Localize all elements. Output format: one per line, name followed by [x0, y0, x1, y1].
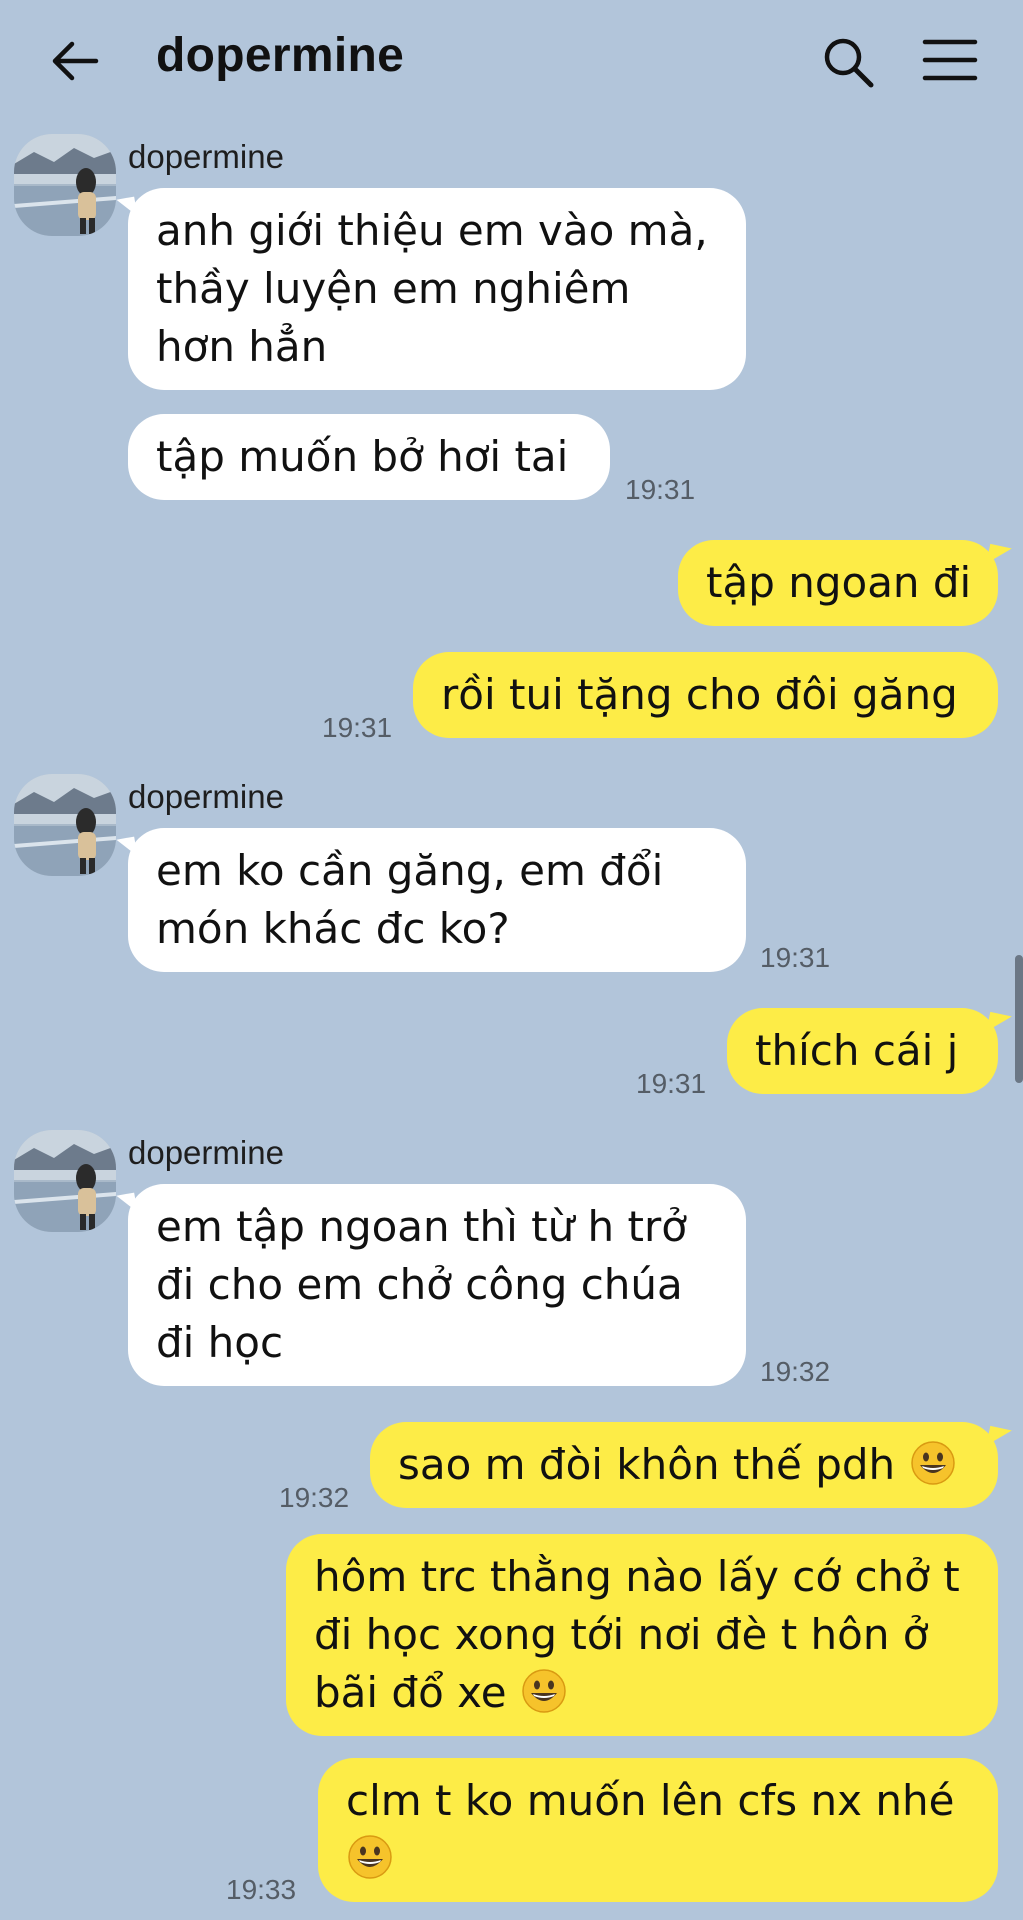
- avatar[interactable]: [14, 134, 116, 236]
- sender-name: dopermine: [128, 1134, 284, 1171]
- chat-title: dopermine: [156, 29, 405, 82]
- chat-header: dopermine: [0, 0, 1023, 120]
- message-timestamp: 19:31: [322, 712, 393, 743]
- message-bubble-incoming[interactable]: em tập ngoan thì từ h trở đi cho em chở …: [128, 1184, 746, 1386]
- message-timestamp: 19:32: [760, 1356, 831, 1387]
- message-bubble-incoming[interactable]: em ko cần găng, em đổi món khác đc ko?: [128, 828, 746, 972]
- hamburger-menu-icon[interactable]: [922, 38, 978, 82]
- message-text: clm t ko muốn lên cfs nx nhé: [346, 1776, 955, 1825]
- message-timestamp: 19:33: [226, 1874, 297, 1905]
- message-timestamp: 19:32: [279, 1482, 350, 1513]
- grinning-face-emoji-icon: [910, 1441, 955, 1485]
- message-text: sao m đòi khôn thế pdh: [398, 1440, 896, 1489]
- search-icon[interactable]: [820, 34, 876, 90]
- avatar[interactable]: [14, 1130, 116, 1232]
- scrollbar[interactable]: [1015, 955, 1023, 1083]
- message-bubble-incoming[interactable]: tập muốn bở hơi tai: [128, 414, 610, 500]
- message-timestamp: 19:31: [636, 1068, 707, 1099]
- message-bubble-outgoing[interactable]: sao m đòi khôn thế pdh: [370, 1422, 998, 1508]
- message-bubble-outgoing[interactable]: clm t ko muốn lên cfs nx nhé: [318, 1758, 998, 1902]
- message-timestamp: 19:31: [760, 942, 831, 973]
- grinning-face-emoji-icon: [522, 1669, 566, 1713]
- grinning-face-emoji-icon: [348, 1835, 392, 1879]
- message-bubble-outgoing[interactable]: thích cái j: [727, 1008, 998, 1094]
- sender-name: dopermine: [128, 778, 284, 815]
- message-bubble-incoming[interactable]: anh giới thiệu em vào mà, thầy luyện em …: [128, 188, 746, 390]
- sender-name: dopermine: [128, 138, 284, 175]
- message-bubble-outgoing[interactable]: tập ngoan đi: [678, 540, 998, 626]
- avatar[interactable]: [14, 774, 116, 876]
- back-arrow-icon[interactable]: [48, 34, 102, 88]
- message-bubble-outgoing[interactable]: rồi tui tặng cho đôi găng: [413, 652, 998, 738]
- message-timestamp: 19:31: [625, 474, 696, 505]
- message-bubble-outgoing[interactable]: hôm trc thằng nào lấy cớ chở t đi học xo…: [286, 1534, 998, 1736]
- message-text: hôm trc thằng nào lấy cớ chở t đi học xo…: [314, 1552, 960, 1717]
